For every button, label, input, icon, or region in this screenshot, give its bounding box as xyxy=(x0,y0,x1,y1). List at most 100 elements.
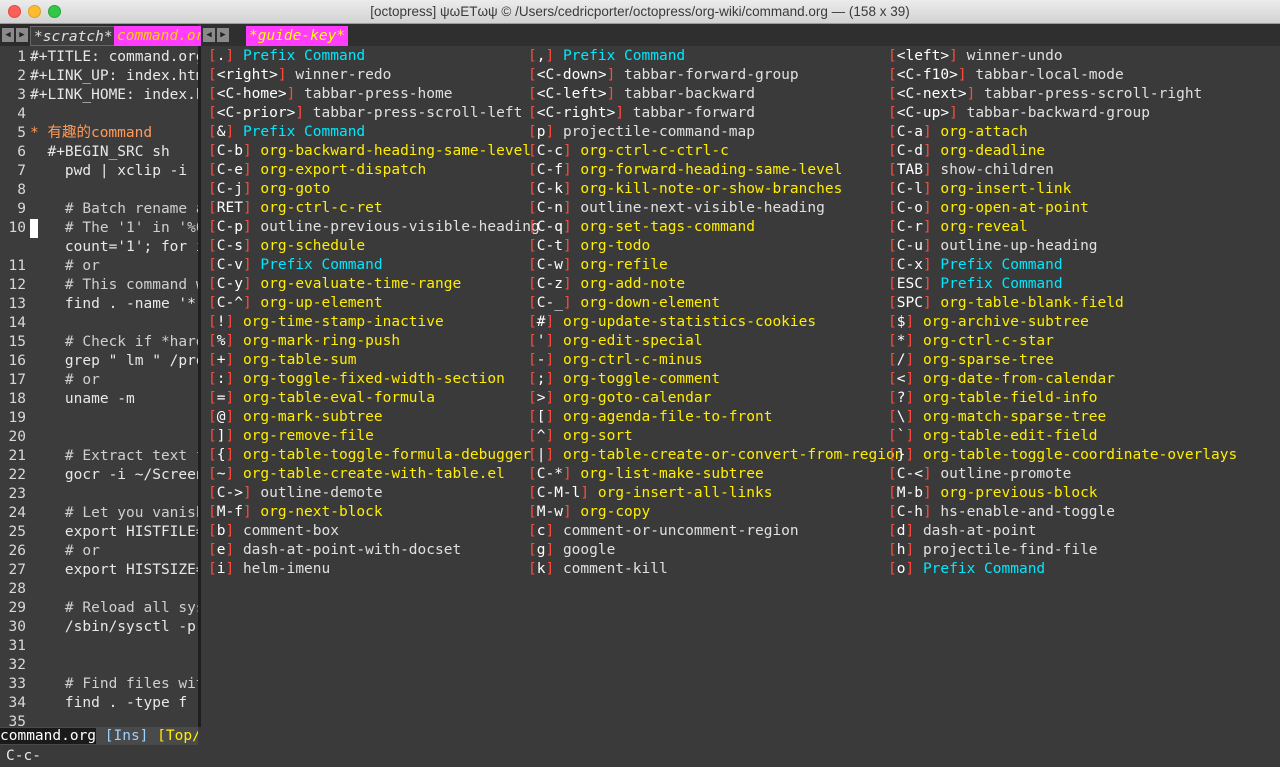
code-line[interactable]: 25 export HISTFILE= xyxy=(0,523,198,542)
code-line[interactable]: 2 #+LINK_UP: index.htm xyxy=(0,67,198,86)
code-line[interactable]: 8 xyxy=(0,181,30,200)
guide-key-entry: [p] projectile-command-map xyxy=(528,123,755,142)
key-bracket: ] xyxy=(242,485,261,501)
key-bracket: [ xyxy=(528,105,537,121)
line-number: 15 xyxy=(8,334,26,350)
code-line[interactable]: 33 # Find files wit xyxy=(0,675,198,694)
guide-key-entry: [c] comment-or-uncomment-region xyxy=(528,522,799,541)
key-command: org-toggle-comment xyxy=(562,371,721,387)
code-line[interactable]: 13 find . -name '*. xyxy=(0,295,198,314)
code-line[interactable]: 22 gocr -i ~/Screen xyxy=(0,466,198,485)
key-bracket: ] xyxy=(922,276,941,292)
guide-key-entry: [C-o] org-open-at-point xyxy=(888,199,1089,218)
code-line[interactable]: 6 #+BEGIN_SRC sh xyxy=(0,143,169,162)
key-bracket: [ xyxy=(528,504,537,520)
code-line[interactable]: 14 xyxy=(0,314,30,333)
code-line[interactable]: 34 find . -type f -> xyxy=(0,694,198,713)
key-bracket: [ xyxy=(208,257,217,273)
code-line[interactable]: 11 # or xyxy=(0,257,100,276)
key-binding: C-l xyxy=(896,181,923,197)
guide-key-entry: [#] org-update-statistics-cookies xyxy=(528,313,816,332)
key-bracket: [ xyxy=(888,105,897,121)
guide-key-entry: [`] org-table-edit-field xyxy=(888,427,1098,446)
guide-key-entry: [C-q] org-set-tags-command xyxy=(528,218,755,237)
tab-scroll-right-icon[interactable]: ▶ xyxy=(217,28,229,42)
guide-key-entry: [C-f] org-forward-heading-same-level xyxy=(528,161,842,180)
code-line[interactable]: 26 # or xyxy=(0,542,100,561)
guide-key-entry: [<C-up>] tabbar-backward-group xyxy=(888,104,1150,123)
code-line[interactable]: 24 # Let you vanish xyxy=(0,504,198,523)
key-command: dash-at-point-with-docset xyxy=(242,542,462,558)
minibuffer[interactable]: C-c- xyxy=(0,745,1280,767)
key-command: tabbar-forward-group xyxy=(624,67,799,83)
code-line[interactable]: 23 xyxy=(0,485,30,504)
tab-scroll-left-icon[interactable]: ◀ xyxy=(203,28,215,42)
code-line[interactable]: 17 # or xyxy=(0,371,100,390)
code-line[interactable]: 3 #+LINK_HOME: index.h xyxy=(0,86,198,105)
key-binding: ESC xyxy=(896,276,923,292)
guide-key-entry: [,] Prefix Command xyxy=(528,47,685,66)
key-command: winner-redo xyxy=(295,67,392,83)
code-line[interactable]: 20 xyxy=(0,428,30,447)
key-bracket: [ xyxy=(528,371,537,387)
code-line[interactable]: 4 xyxy=(0,105,30,124)
key-command: org-match-sparse-tree xyxy=(922,409,1107,425)
guide-key-entry: [*] org-ctrl-c-star xyxy=(888,332,1054,351)
key-bracket: [ xyxy=(888,86,897,102)
key-bracket: ] xyxy=(922,181,941,197)
code-line[interactable]: 30 /sbin/sysctl -p xyxy=(0,618,196,637)
guide-key-entry: [d] dash-at-point xyxy=(888,522,1036,541)
guide-key-entry: [C-b] org-backward-heading-same-level xyxy=(208,142,531,161)
line-number: 6 xyxy=(17,144,26,160)
code-line[interactable]: 21 # Extract text f xyxy=(0,447,198,466)
line-number: 16 xyxy=(8,353,26,369)
code-line[interactable]: 28 xyxy=(0,580,30,599)
key-bracket: ] xyxy=(545,561,563,577)
code-text: export HISTFILE= xyxy=(30,524,198,540)
key-bracket: [ xyxy=(888,485,897,501)
code-line[interactable]: 5 * 有趣的command xyxy=(0,124,152,143)
code-line[interactable]: 31 xyxy=(0,637,30,656)
code-line[interactable]: 15 # Check if *hard xyxy=(0,333,198,352)
code-line[interactable]: 32 xyxy=(0,656,30,675)
key-bracket: [ xyxy=(208,447,217,463)
code-line[interactable]: 29 # Reload all sys xyxy=(0,599,198,618)
key-bracket: ] xyxy=(545,428,563,444)
key-binding: C-a xyxy=(896,124,923,140)
key-bracket: [ xyxy=(528,48,537,64)
code-line[interactable]: 35 xyxy=(0,713,30,727)
code-line[interactable]: 27 export HISTSIZE= xyxy=(0,561,198,580)
key-bracket: ] xyxy=(242,276,261,292)
key-binding: <C-home> xyxy=(216,86,287,102)
guide-key-entry: [C-x] Prefix Command xyxy=(888,256,1063,275)
key-bracket: ] xyxy=(905,428,923,444)
code-editor-pane[interactable]: 1 #+TITLE: command.org 2 #+LINK_UP: index.h… xyxy=(0,46,198,727)
line-number: 11 xyxy=(8,258,26,274)
key-binding: C-j xyxy=(216,181,243,197)
code-line[interactable]: count='1'; for i xyxy=(0,238,198,257)
code-line[interactable]: 12 # This command w xyxy=(0,276,198,295)
guide-key-entry: [C-d] org-deadline xyxy=(888,142,1045,161)
code-line[interactable]: 1 #+TITLE: command.org xyxy=(0,48,198,67)
key-bracket: ] xyxy=(286,86,305,102)
guide-key-entry: [k] comment-kill xyxy=(528,560,668,579)
tab-scroll-right-icon[interactable]: ▶ xyxy=(16,28,28,42)
key-bracket: ] xyxy=(225,371,243,387)
guide-key-entry: [C-n] outline-next-visible-heading xyxy=(528,199,825,218)
key-command: tabbar-forward xyxy=(632,105,755,121)
tab-scratch[interactable]: *scratch* xyxy=(30,26,117,46)
code-line[interactable]: 7 pwd | xclip -i -> xyxy=(0,162,198,181)
guide-key-entry: [C-a] org-attach xyxy=(888,123,1028,142)
key-command: hs-enable-and-toggle xyxy=(940,504,1116,520)
code-line[interactable]: 18 uname -m xyxy=(0,390,135,409)
code-line[interactable]: 19 xyxy=(0,409,30,428)
key-command: org-goto-calendar xyxy=(562,390,712,406)
key-bracket: [ xyxy=(528,466,537,482)
code-line[interactable]: 9 # Batch rename a xyxy=(0,200,198,219)
tab-scroll-left-icon[interactable]: ◀ xyxy=(2,28,14,42)
key-bracket: [ xyxy=(888,523,897,539)
code-line[interactable]: 16 grep " lm " /pro xyxy=(0,352,198,371)
guide-key-entry: [^] org-sort xyxy=(528,427,633,446)
tab-guide-key[interactable]: *guide-key* xyxy=(246,26,349,46)
key-bracket: [ xyxy=(528,561,537,577)
